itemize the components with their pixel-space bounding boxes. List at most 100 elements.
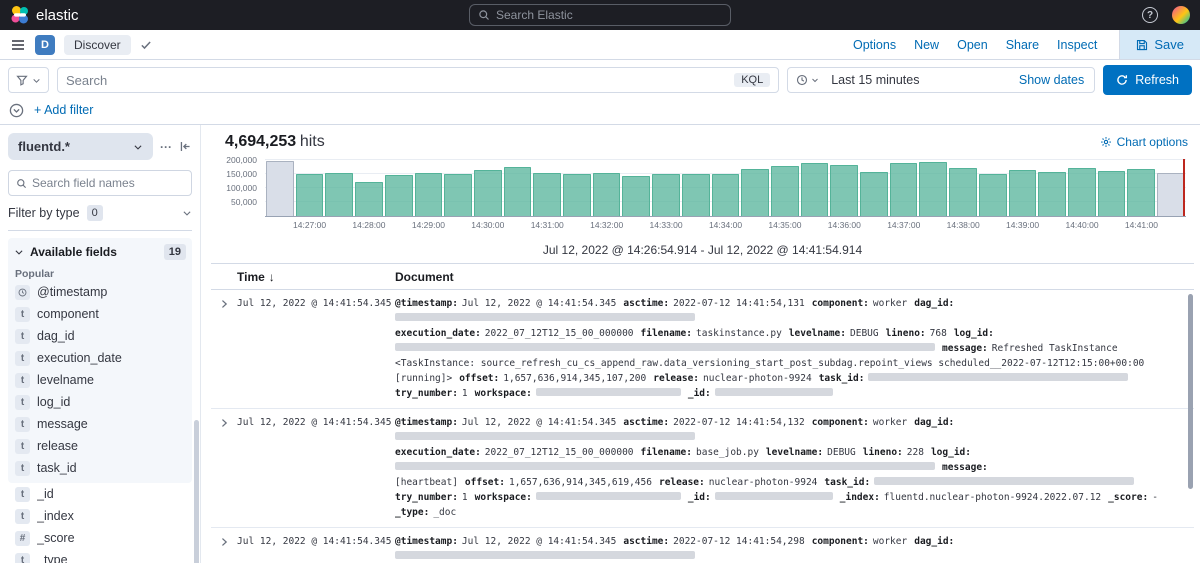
chart-options-button[interactable]: Chart options (1100, 135, 1188, 149)
histogram-bar[interactable] (801, 163, 829, 216)
histogram-bar[interactable] (296, 174, 324, 216)
expand-row-icon[interactable] (211, 534, 237, 563)
new-button[interactable]: New (914, 38, 939, 52)
ellipsis-icon[interactable]: ··· (160, 141, 172, 153)
saved-query-menu-button[interactable] (8, 67, 49, 93)
histogram-bar[interactable] (652, 174, 680, 216)
histogram-plot[interactable] (265, 159, 1186, 217)
kql-badge[interactable]: KQL (734, 73, 770, 87)
field-name: message (37, 417, 88, 431)
histogram-bar[interactable] (979, 174, 1007, 216)
histogram-bar[interactable] (1038, 172, 1066, 216)
open-button[interactable]: Open (957, 38, 988, 52)
histogram-bar[interactable] (712, 174, 740, 216)
x-axis-label: 14:31:00 (531, 220, 564, 230)
histogram-bar[interactable] (266, 161, 294, 216)
histogram-bar[interactable] (890, 163, 918, 216)
options-button[interactable]: Options (853, 38, 896, 52)
field-item-release[interactable]: trelease (8, 435, 192, 457)
histogram-bar[interactable] (325, 173, 353, 216)
query-input[interactable] (66, 73, 728, 88)
filter-by-type[interactable]: Filter by type 0 (8, 205, 192, 231)
field-item-levelname[interactable]: tlevelname (8, 369, 192, 391)
global-search-input[interactable] (496, 8, 722, 22)
field-item-_id[interactable]: t_id (8, 483, 192, 505)
refresh-button[interactable]: Refresh (1103, 65, 1192, 95)
add-filter-button[interactable]: + Add filter (34, 103, 93, 117)
breadcrumb[interactable]: Discover (64, 35, 131, 55)
histogram-bar[interactable] (830, 165, 858, 216)
histogram-bar[interactable] (504, 167, 532, 216)
collapse-sidebar-icon[interactable] (179, 140, 192, 153)
chevron-down-icon (14, 247, 24, 257)
field-item-execution_date[interactable]: texecution_date (8, 347, 192, 369)
field-item-_index[interactable]: t_index (8, 505, 192, 527)
histogram-bar[interactable] (563, 174, 591, 216)
field-item-log_id[interactable]: tlog_id (8, 391, 192, 413)
histogram-bar[interactable] (474, 170, 502, 216)
histogram-bar[interactable] (949, 168, 977, 216)
histogram-bar[interactable] (385, 175, 413, 216)
inspect-button[interactable]: Inspect (1057, 38, 1097, 52)
time-column-header[interactable]: Time ↓ (211, 270, 395, 284)
popular-section-label: Popular (8, 264, 192, 281)
elastic-logo[interactable]: elastic (10, 5, 469, 25)
sidebar-scrollbar[interactable] (194, 420, 199, 563)
user-menu-icon[interactable] (1172, 6, 1190, 24)
space-avatar[interactable]: D (35, 35, 55, 55)
filter-set-menu-icon[interactable] (9, 103, 24, 118)
histogram-bar[interactable] (1009, 170, 1037, 216)
histogram-bar[interactable] (415, 173, 443, 216)
field-item-task_id[interactable]: ttask_id (8, 457, 192, 479)
share-button[interactable]: Share (1006, 38, 1039, 52)
histogram-bar[interactable] (1157, 173, 1185, 216)
histogram-bar[interactable] (444, 174, 472, 216)
redacted-value (715, 388, 833, 396)
field-item-@timestamp[interactable]: @timestamp (8, 281, 192, 303)
global-search[interactable] (469, 4, 731, 26)
menu-icon[interactable] (10, 37, 26, 53)
show-dates-button[interactable]: Show dates (1019, 73, 1094, 87)
field-item-_type[interactable]: t_type (8, 549, 192, 563)
histogram-bar[interactable] (1098, 171, 1126, 216)
chevron-down-icon (811, 76, 819, 84)
redacted-value (868, 373, 1128, 381)
histogram-bar[interactable] (593, 173, 621, 216)
field-item-dag_id[interactable]: tdag_id (8, 325, 192, 347)
index-pattern-switcher[interactable]: fluentd.* (8, 133, 153, 160)
field-search[interactable] (8, 170, 192, 196)
histogram-chart: 50,000100,000150,000200,000 14:27:0014:2… (215, 159, 1190, 235)
available-fields-header[interactable]: Available fields 19 (8, 240, 192, 264)
time-range-caption: Jul 12, 2022 @ 14:26:54.914 - Jul 12, 20… (211, 235, 1194, 263)
app-navbar: D Discover Options New Open Share Inspec… (0, 30, 1200, 60)
histogram-bar[interactable] (682, 174, 710, 217)
field-item-_score[interactable]: #_score (8, 527, 192, 549)
field-item-message[interactable]: tmessage (8, 413, 192, 435)
field-name: _id (37, 487, 54, 501)
expand-row-icon[interactable] (211, 296, 237, 401)
redacted-value (395, 462, 935, 470)
query-search-box[interactable]: KQL (57, 67, 779, 93)
field-item-component[interactable]: tcomponent (8, 303, 192, 325)
histogram-bar[interactable] (771, 166, 799, 216)
time-range-value[interactable]: Last 15 minutes (827, 73, 923, 87)
table-scrollbar[interactable] (1188, 294, 1193, 489)
histogram-bar[interactable] (1068, 168, 1096, 216)
document-column-header: Document (395, 270, 1194, 284)
histogram-bar[interactable] (533, 173, 561, 216)
histogram-bar[interactable] (860, 172, 888, 216)
histogram-bar[interactable] (919, 162, 947, 216)
histogram-bar[interactable] (622, 176, 650, 216)
save-button[interactable]: Save (1119, 30, 1200, 59)
field-search-input[interactable] (32, 176, 184, 190)
x-axis-label: 14:36:00 (828, 220, 861, 230)
expand-row-icon[interactable] (211, 415, 237, 520)
histogram-bar[interactable] (1127, 169, 1155, 216)
redacted-value (536, 492, 681, 500)
header-icons: ? (731, 6, 1190, 24)
histogram-bar[interactable] (355, 182, 383, 216)
clock-dropdown-button[interactable] (788, 74, 827, 86)
kibana-discover-app: elastic ? D Discover Options New Open Sh… (0, 0, 1200, 563)
histogram-bar[interactable] (741, 169, 769, 216)
help-icon[interactable]: ? (1142, 7, 1158, 23)
